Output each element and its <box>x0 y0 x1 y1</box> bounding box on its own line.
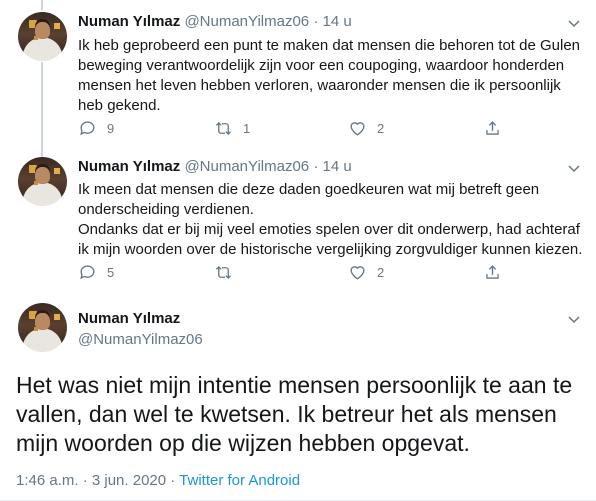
avatar[interactable] <box>18 303 67 352</box>
avatar[interactable] <box>18 12 67 61</box>
reply-count: 5 <box>107 265 115 280</box>
tweet-text: Ik meen dat mensen die deze daden goedke… <box>78 181 583 258</box>
main-tweet-text: Het was niet mijn intentie mensen persoo… <box>16 372 573 456</box>
author-name[interactable]: Numan Yılmaz <box>78 310 180 327</box>
tweet-actions: 5 2 <box>78 263 518 283</box>
like-button[interactable]: 2 <box>348 119 384 138</box>
author-handle[interactable]: @NumanYilmaz06 <box>184 13 309 30</box>
reply-icon <box>80 265 95 280</box>
share-button[interactable] <box>483 119 502 138</box>
share-icon <box>486 121 499 135</box>
like-count: 2 <box>377 121 385 136</box>
author-name[interactable]: Numan Yılmaz <box>78 158 180 175</box>
reply-icon <box>80 121 95 136</box>
share-button[interactable] <box>483 263 502 282</box>
heart-icon <box>350 266 365 280</box>
share-icon <box>486 265 499 279</box>
tweet-meta: 1:46 a.m. · 3 jun. 2020 · Twitter for An… <box>16 472 300 489</box>
tweet-header: Numan Yılmaz @NumanYilmaz06 · 14 u <box>78 13 352 30</box>
tweet-time[interactable]: 14 u <box>323 13 352 30</box>
reply-button[interactable]: 5 <box>78 263 114 282</box>
retweet-icon <box>215 266 232 279</box>
chevron-down-icon[interactable] <box>566 311 582 327</box>
retweet-button[interactable]: 1 <box>214 119 250 138</box>
thread-line <box>41 62 43 157</box>
tweet-text: Ik heb geprobeerd een punt te maken dat … <box>78 37 581 114</box>
retweet-icon <box>215 122 232 135</box>
tweet-time[interactable]: 14 u <box>323 158 352 175</box>
like-button[interactable]: 2 <box>348 263 384 282</box>
tweet-header: Numan Yılmaz @NumanYilmaz06 · 14 u <box>78 158 352 175</box>
separator: · <box>313 158 319 175</box>
thread-line <box>41 0 43 10</box>
retweet-button[interactable] <box>214 263 243 282</box>
reply-button[interactable]: 9 <box>78 119 114 138</box>
chevron-down-icon[interactable] <box>566 15 582 31</box>
separator: · <box>313 13 319 30</box>
tweet-actions: 9 1 2 <box>78 119 518 139</box>
heart-icon <box>350 122 365 136</box>
author-handle[interactable]: @NumanYilmaz06 <box>184 158 309 175</box>
like-count: 2 <box>377 265 385 280</box>
reply-count: 9 <box>107 121 115 136</box>
tweet-source-link[interactable]: Twitter for Android <box>179 472 300 489</box>
avatar[interactable] <box>18 157 67 206</box>
author-name[interactable]: Numan Yılmaz <box>78 13 180 30</box>
tweet-timestamp[interactable]: 1:46 a.m. · 3 jun. 2020 · <box>16 472 179 489</box>
chevron-down-icon[interactable] <box>566 160 582 176</box>
author-handle[interactable]: @NumanYilmaz06 <box>78 331 203 348</box>
retweet-count: 1 <box>243 121 251 136</box>
